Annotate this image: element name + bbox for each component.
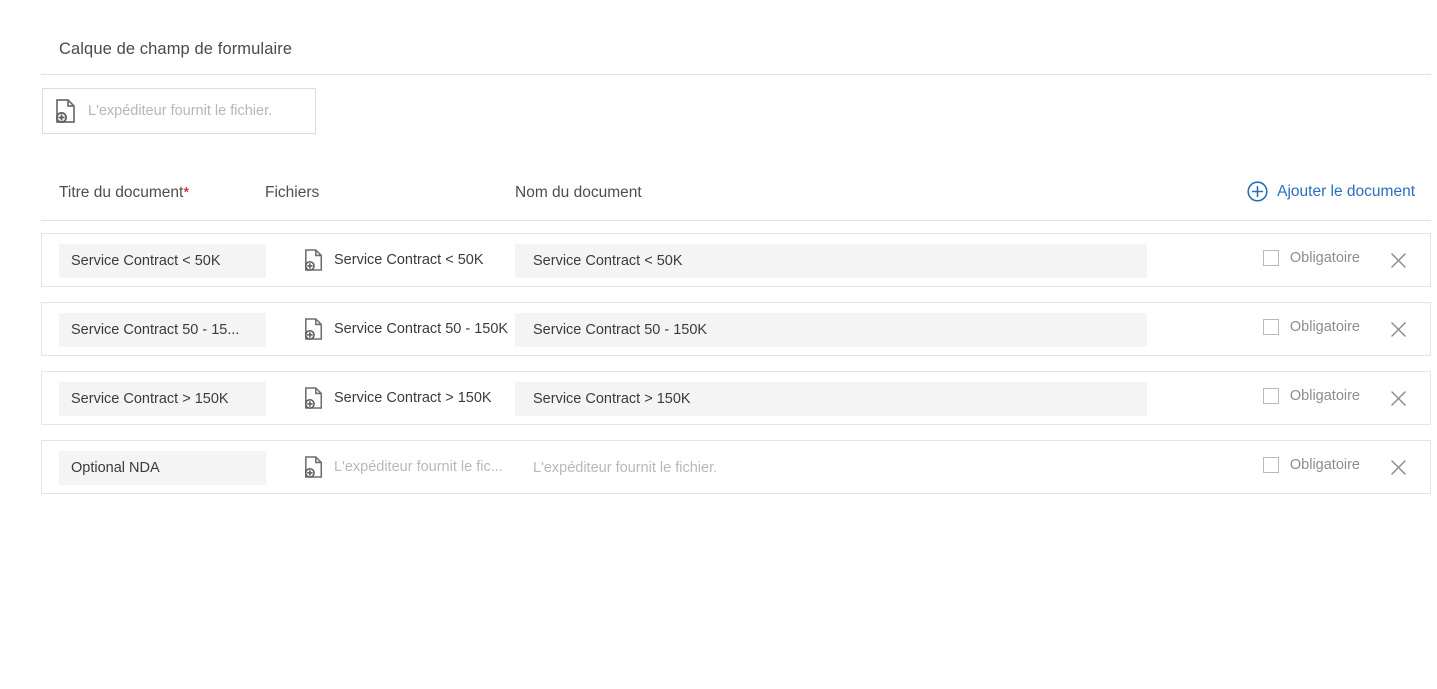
file-cell[interactable]: Service Contract 50 - 150K — [266, 303, 546, 355]
document-title-input[interactable]: Service Contract 50 - 15... — [59, 313, 266, 347]
file-cell[interactable]: L'expéditeur fournit le fic... — [266, 441, 546, 493]
document-add-icon — [55, 99, 77, 123]
header-divider — [41, 220, 1431, 221]
template-file-placeholder: L'expéditeur fournit le fichier. — [88, 103, 273, 119]
template-file-field[interactable]: L'expéditeur fournit le fichier. — [42, 88, 316, 134]
document-title-value: Service Contract < 50K — [71, 253, 221, 269]
required-toggle[interactable]: Obligatoire — [1262, 388, 1360, 404]
file-name-value: Service Contract 50 - 150K — [334, 321, 509, 337]
document-title-value: Optional NDA — [71, 460, 160, 476]
add-document-label: Ajouter le document — [1277, 182, 1415, 200]
required-label: Obligatoire — [1289, 388, 1360, 404]
document-name-input[interactable]: Service Contract > 150K — [515, 382, 1147, 416]
required-label: Obligatoire — [1289, 319, 1360, 335]
document-name-input[interactable]: Service Contract < 50K — [515, 244, 1147, 278]
remove-row-button[interactable] — [1389, 458, 1408, 477]
file-cell[interactable]: Service Contract > 150K — [266, 372, 546, 424]
remove-row-button[interactable] — [1389, 389, 1408, 408]
required-checkbox[interactable] — [1262, 388, 1279, 404]
document-name-value: Service Contract > 150K — [533, 391, 691, 407]
document-name-input[interactable]: L'expéditeur fournit le fichier. — [515, 451, 1147, 485]
column-header-document-name: Nom du document — [515, 184, 642, 201]
column-header-title: Titre du document* — [59, 184, 190, 201]
document-name-value: Service Contract < 50K — [533, 253, 683, 269]
document-name-input[interactable]: Service Contract 50 - 150K — [515, 313, 1147, 347]
document-add-icon — [304, 387, 324, 409]
required-checkbox[interactable] — [1262, 457, 1279, 473]
document-title-input[interactable]: Optional NDA — [59, 451, 266, 485]
required-asterisk: * — [183, 184, 190, 201]
document-title-value: Service Contract 50 - 15... — [71, 322, 240, 338]
add-document-button[interactable]: Ajouter le document — [1247, 181, 1415, 202]
table-row: Service Contract < 50K Service Contract … — [41, 233, 1431, 287]
document-name-value: L'expéditeur fournit le fichier. — [533, 460, 718, 476]
document-title-input[interactable]: Service Contract < 50K — [59, 244, 266, 278]
column-header-files: Fichiers — [265, 184, 320, 201]
document-rows-list: Service Contract < 50K Service Contract … — [41, 233, 1431, 509]
table-row: Service Contract > 150K Service Contract… — [41, 371, 1431, 425]
document-name-value: Service Contract 50 - 150K — [533, 322, 708, 338]
document-title-input[interactable]: Service Contract > 150K — [59, 382, 266, 416]
required-label: Obligatoire — [1289, 250, 1360, 266]
file-cell[interactable]: Service Contract < 50K — [266, 234, 546, 286]
document-add-icon — [304, 318, 324, 340]
title-divider — [41, 74, 1431, 75]
file-name-value: Service Contract > 150K — [334, 390, 492, 406]
required-toggle[interactable]: Obligatoire — [1262, 319, 1360, 335]
plus-circle-icon — [1247, 181, 1268, 202]
required-label: Obligatoire — [1289, 457, 1360, 473]
file-name-value: Service Contract < 50K — [334, 252, 484, 268]
remove-row-button[interactable] — [1389, 251, 1408, 270]
remove-row-button[interactable] — [1389, 320, 1408, 339]
column-header-row: Titre du document* Fichiers Nom du docum… — [0, 181, 1437, 212]
required-toggle[interactable]: Obligatoire — [1262, 250, 1360, 266]
file-name-value: L'expéditeur fournit le fic... — [334, 459, 503, 475]
required-toggle[interactable]: Obligatoire — [1262, 457, 1360, 473]
document-add-icon — [304, 249, 324, 271]
required-checkbox[interactable] — [1262, 319, 1279, 335]
document-title-value: Service Contract > 150K — [71, 391, 229, 407]
document-add-icon — [304, 456, 324, 478]
table-row: Optional NDA L'expéditeur fournit le fic… — [41, 440, 1431, 494]
table-row: Service Contract 50 - 15... Service Cont… — [41, 302, 1431, 356]
page-title: Calque de champ de formulaire — [59, 40, 293, 58]
required-checkbox[interactable] — [1262, 250, 1279, 266]
form-field-layer-page: Calque de champ de formulaire L'expédite… — [0, 0, 1437, 689]
